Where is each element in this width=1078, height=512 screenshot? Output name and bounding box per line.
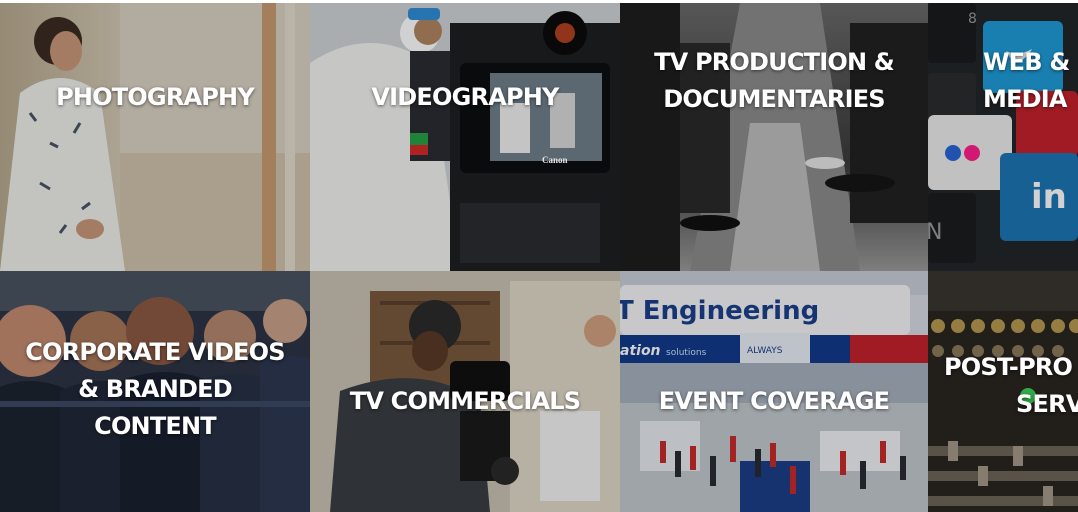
tile-label: VIDEOGRAPHY <box>371 82 559 111</box>
tile-tv-production[interactable]: TV PRODUCTION & DOCUMENTARIES <box>620 3 928 271</box>
linkedin-icon <box>1028 181 1068 215</box>
tile-label: WEB & MEDIA <box>983 48 1070 113</box>
tile-post-production[interactable]: POST-PRO SERV <box>928 271 1078 512</box>
tile-overlay <box>0 3 310 271</box>
tile-label: EVENT COVERAGE <box>658 387 890 415</box>
tile-videography[interactable]: VIDEOGRAPHY Canon <box>310 3 620 271</box>
tile-photography[interactable]: PHOTOGRAPHY <box>0 3 310 271</box>
flickr-icon <box>945 145 981 161</box>
tile-label: CORPORATE VIDEOS & BRANDED CONTENT <box>25 337 285 440</box>
camera-icon: Canon <box>542 155 568 165</box>
tile-web-media[interactable]: in N 8 WEB & MEDIA <box>928 3 1078 271</box>
services-grid: PHOTOGRAPHY VIDEOGRAPHY Canon TV PRODUCT… <box>0 0 1078 512</box>
tile-label: PHOTOGRAPHY <box>56 82 255 111</box>
tile-tv-commercials[interactable]: TV COMMERCIALS <box>310 271 620 512</box>
tile-label: POST-PRO SERV <box>944 352 1078 418</box>
tile-label: TV COMMERCIALS <box>349 387 581 415</box>
tile-event-coverage[interactable]: T Engineering ation solutions ALWAYS EVE… <box>620 271 928 512</box>
tile-label: TV PRODUCTION & DOCUMENTARIES <box>654 48 895 113</box>
tile-corporate-videos[interactable]: CORPORATE VIDEOS & BRANDED CONTENT <box>0 271 310 512</box>
tile-overlay <box>310 3 620 271</box>
